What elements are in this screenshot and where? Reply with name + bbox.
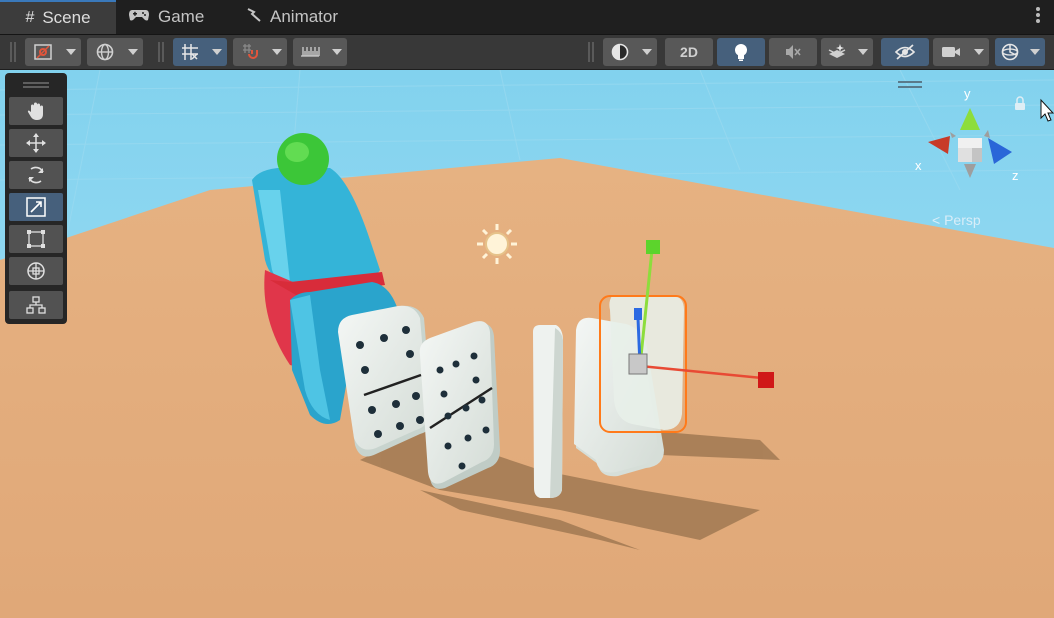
rotate-icon xyxy=(28,166,44,184)
audio-toggle-button[interactable] xyxy=(769,38,817,66)
tab-animator[interactable]: Animator xyxy=(246,0,366,34)
ground-plane xyxy=(0,158,1054,618)
projection-toggle[interactable]: < Persp xyxy=(932,212,981,228)
custom-tool-button[interactable] xyxy=(9,291,63,319)
gizmo-x-label: x xyxy=(915,158,922,173)
tools-overlay xyxy=(5,73,67,324)
camera-icon xyxy=(942,47,960,57)
scene-render xyxy=(0,70,1054,618)
grid-visibility-dropdown[interactable] xyxy=(327,38,347,66)
increment-snap-button[interactable] xyxy=(233,38,267,66)
speaker-mute-icon xyxy=(786,45,801,59)
eye-hidden-icon xyxy=(894,44,916,60)
more-options-icon[interactable] xyxy=(1036,7,1040,25)
rect-transform-icon xyxy=(27,230,45,248)
gizmo-z-label: z xyxy=(1012,168,1019,183)
effects-layers-icon xyxy=(828,44,846,58)
gizmos-button[interactable] xyxy=(995,38,1025,66)
camera-settings-dropdown[interactable] xyxy=(969,38,989,66)
world-view-button[interactable] xyxy=(87,38,123,66)
hand-icon xyxy=(27,102,43,120)
draw-mode-icon xyxy=(34,44,52,60)
shading-mode-dropdown[interactable] xyxy=(637,38,657,66)
shading-mode-button[interactable] xyxy=(603,38,637,66)
move-tool-button[interactable] xyxy=(9,129,63,157)
sun-light-icon xyxy=(477,224,517,264)
draw-mode-button[interactable] xyxy=(25,38,61,66)
tab-bar: # Scene Game Animator xyxy=(0,0,1054,35)
2d-label: 2D xyxy=(680,44,698,60)
rect-tool-button[interactable] xyxy=(9,225,63,253)
rotate-tool-button[interactable] xyxy=(9,161,63,189)
domino-3 xyxy=(533,325,563,498)
toggle-2d-button[interactable]: 2D xyxy=(665,38,713,66)
scene-visibility-button[interactable] xyxy=(881,38,929,66)
toolbar-grip[interactable] xyxy=(10,42,16,62)
shaded-sphere-icon xyxy=(611,43,629,61)
tools-overlay-grip[interactable] xyxy=(23,82,49,88)
gizmo-y-label: y xyxy=(964,86,971,101)
effects-button[interactable] xyxy=(821,38,853,66)
grid-ruler-icon xyxy=(301,47,320,57)
domino-2 xyxy=(419,321,500,489)
draw-mode-dropdown[interactable] xyxy=(61,38,81,66)
lightbulb-icon xyxy=(735,44,747,61)
grid-snapping-dropdown[interactable] xyxy=(207,38,227,66)
animator-icon xyxy=(246,7,262,28)
view-tool-button[interactable] xyxy=(9,97,63,125)
effects-dropdown[interactable] xyxy=(853,38,873,66)
gizmo-sphere-icon xyxy=(1001,43,1019,61)
gamepad-icon xyxy=(128,8,150,27)
scale-icon xyxy=(26,197,46,217)
scale-tool-button[interactable] xyxy=(9,193,63,221)
toolbar-grip[interactable] xyxy=(158,42,164,62)
world-view-dropdown[interactable] xyxy=(123,38,143,66)
grid-hash-icon: # xyxy=(25,9,35,26)
transform-tool-button[interactable] xyxy=(9,257,63,285)
grid-snap-icon xyxy=(182,44,198,60)
scene-toolbar: 2D xyxy=(0,35,1054,70)
tab-animator-label: Animator xyxy=(270,7,339,26)
tab-game-label: Game xyxy=(158,7,205,26)
tab-game[interactable]: Game xyxy=(128,0,228,34)
custom-tool-icon xyxy=(26,296,46,314)
tab-scene-label: Scene xyxy=(42,8,91,27)
move-arrows-icon xyxy=(26,133,46,153)
transform-icon xyxy=(27,262,45,280)
scene-viewport[interactable]: y x z < Persp xyxy=(0,70,1054,618)
grid-snapping-button[interactable] xyxy=(173,38,207,66)
snap-magnet-icon xyxy=(243,44,258,59)
tab-scene[interactable]: # Scene xyxy=(0,0,116,34)
lighting-toggle-button[interactable] xyxy=(717,38,765,66)
grid-visibility-button[interactable] xyxy=(293,38,327,66)
increment-snap-dropdown[interactable] xyxy=(267,38,287,66)
globe-icon xyxy=(96,43,114,61)
gizmos-dropdown[interactable] xyxy=(1025,38,1045,66)
camera-settings-button[interactable] xyxy=(933,38,969,66)
toolbar-grip[interactable] xyxy=(588,42,594,62)
